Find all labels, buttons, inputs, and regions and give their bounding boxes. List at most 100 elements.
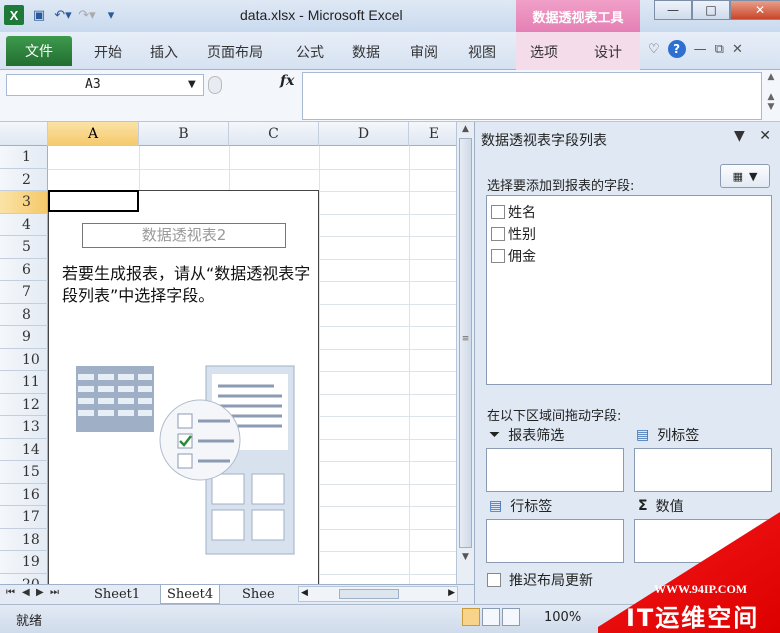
column-header[interactable]: B [139,122,229,146]
panel-menu-icon[interactable]: ▼ [734,128,745,144]
undo-icon[interactable]: ↶▾ [54,6,72,24]
sheet-tab[interactable]: Sheet1 [88,585,146,604]
save-icon[interactable]: ▣ [30,6,48,24]
vertical-scroll-thumb[interactable]: ≡ [459,138,472,548]
column-header[interactable]: E [409,122,460,146]
field-list: 姓名 性别 佣金 [486,195,772,385]
column-labels-zone[interactable] [634,448,772,492]
row-header[interactable]: 16 [0,483,48,506]
tab-insert[interactable]: 插入 [150,42,178,62]
row-header[interactable]: 15 [0,461,48,484]
horizontal-scrollbar[interactable]: ◀ ▶ [298,586,458,602]
tab-page-layout[interactable]: 页面布局 [207,42,263,62]
row-header[interactable]: 11 [0,371,48,394]
report-filter-label: ⏷ 报表筛选 [489,427,565,444]
normal-view-icon[interactable] [462,608,480,626]
row-header[interactable]: 10 [0,348,48,371]
excel-logo-icon[interactable]: X [4,5,24,25]
field-item[interactable]: 性别 [491,224,536,244]
close-workbook-icon[interactable]: ✕ [732,42,743,57]
field-label: 姓名 [508,205,536,221]
select-all-corner[interactable] [0,122,48,146]
maximize-button[interactable]: □ [692,0,730,20]
help-icon[interactable]: ? [667,40,686,58]
tab-home[interactable]: 开始 [94,42,122,62]
formula-input[interactable] [302,72,762,120]
row-header[interactable]: 1 [0,146,48,169]
last-sheet-icon[interactable]: ⏭ [50,587,59,598]
watermark-url: WWW.94IP.COM [654,582,748,596]
formula-cancel-icon[interactable] [208,76,222,94]
row-header[interactable]: 4 [0,213,48,236]
tab-design[interactable]: 设计 [594,42,622,62]
column-header[interactable]: A [48,122,139,146]
row-header[interactable]: 5 [0,236,48,259]
row-header[interactable]: 20 [0,573,48,584]
pivot-instruction-text: 若要生成报表，请从“数据透视表字段列表”中选择字段。 [62,264,311,305]
restore-workbook-icon[interactable]: ⧉ [715,42,724,57]
row-header[interactable]: 3 [0,191,48,214]
active-cell[interactable] [48,190,139,212]
vertical-scrollbar[interactable]: ▲ ≡ ▼ [456,122,474,584]
name-box[interactable]: A3 [6,74,204,96]
name-box-dropdown-icon[interactable]: ▼ [188,74,196,96]
row-labels-zone[interactable] [486,519,624,563]
field-item[interactable]: 佣金 [491,246,536,266]
first-sheet-icon[interactable]: ⏮ [6,587,15,598]
page-break-view-icon[interactable] [502,608,520,626]
prev-sheet-icon[interactable]: ◀ [22,587,30,598]
tab-file[interactable]: 文件 [6,36,72,66]
row-header[interactable]: 14 [0,438,48,461]
checkbox[interactable] [491,249,505,263]
drag-fields-label: 在以下区域间拖动字段: [487,409,622,424]
column-labels-label: ▤ 列标签 [636,427,700,444]
report-filter-zone[interactable] [486,448,624,492]
field-layout-button[interactable]: ▦ ▼ [720,164,770,188]
collapse-ribbon-icon[interactable]: ♡ [648,42,660,57]
column-header[interactable]: C [229,122,319,146]
field-item[interactable]: 姓名 [491,202,536,222]
panel-close-icon[interactable]: ✕ [759,128,771,144]
page-layout-view-icon[interactable] [482,608,500,626]
choose-fields-label: 选择要添加到报表的字段: [487,179,635,194]
tab-view[interactable]: 视图 [468,42,496,62]
row-header[interactable]: 8 [0,303,48,326]
column-headers: A B C D E [0,122,460,146]
row-header[interactable]: 6 [0,258,48,281]
column-labels-icon: ▤ [636,427,650,443]
row-header[interactable]: 9 [0,326,48,349]
row-header[interactable]: 18 [0,528,48,551]
sheet-tab-active[interactable]: Sheet4 [160,585,221,604]
row-header[interactable]: 19 [0,551,48,574]
sheet-tab[interactable]: Shee [236,585,281,604]
formula-expand-icon[interactable]: ▲ ▲ ▼ [764,72,778,120]
tab-data[interactable]: 数据 [352,42,380,62]
field-layout-icon: ▦ [732,169,743,183]
tab-review[interactable]: 审阅 [410,42,438,62]
defer-checkbox[interactable] [487,573,501,587]
row-header[interactable]: 12 [0,393,48,416]
checkbox[interactable] [491,227,505,241]
column-header[interactable]: D [319,122,409,146]
close-button[interactable]: ✕ [730,0,780,20]
horizontal-scroll-thumb[interactable] [339,589,399,599]
tab-options[interactable]: 选项 [530,42,558,62]
insert-function-button[interactable]: fx [280,73,294,89]
view-buttons [462,608,520,626]
minimize-workbook-icon[interactable]: — [694,42,707,57]
row-header[interactable]: 17 [0,506,48,529]
customize-qat-icon[interactable]: ▾ [102,6,120,24]
zoom-level[interactable]: 100% [544,610,581,625]
defer-layout-update[interactable]: 推迟布局更新 [487,570,593,590]
field-label: 佣金 [508,249,536,265]
row-header[interactable]: 2 [0,168,48,191]
redo-icon[interactable]: ↷▾ [78,6,96,24]
minimize-button[interactable]: — [654,0,692,20]
tab-formulas[interactable]: 公式 [296,42,324,62]
row-labels-icon: ▤ [489,498,503,514]
next-sheet-icon[interactable]: ▶ [36,587,44,598]
checkbox[interactable] [491,205,505,219]
pivot-table-name: 数据透视表2 [82,223,286,248]
row-header[interactable]: 13 [0,416,48,439]
row-header[interactable]: 7 [0,281,48,304]
